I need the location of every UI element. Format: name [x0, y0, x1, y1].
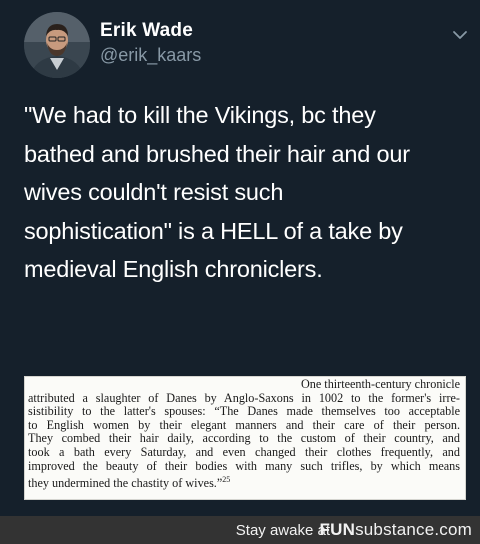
tweet-text-line: bathed and brushed their hair and our — [24, 140, 410, 167]
author-name[interactable]: Erik Wade — [100, 20, 193, 42]
tweet-text-line: medieval English chroniclers. — [24, 256, 323, 282]
avatar[interactable] — [24, 12, 90, 78]
excerpt-last-line: they undermined the chastity of wives.”2… — [28, 473, 460, 491]
excerpt-line: sistibility to the latter's spouses: “Th… — [28, 405, 460, 419]
footnote-marker: 25 — [222, 475, 231, 485]
logo-part-substance: substance.com — [355, 520, 472, 539]
site-logo[interactable]: FUNsubstance.com — [320, 520, 472, 540]
watermark-footer: Stay awake at FUNsubstance.com — [0, 516, 480, 544]
chevron-down-icon[interactable] — [452, 28, 468, 40]
tweet-text-line: wives couldn't resist such — [24, 179, 284, 205]
author-handle[interactable]: @erik_kaars — [100, 45, 201, 66]
excerpt-line: took a bath every Saturday, and even cha… — [28, 445, 460, 459]
excerpt-line: attributed a slaughter of Danes by Anglo… — [28, 391, 460, 405]
excerpt-line: They combed their hair daily, according … — [28, 432, 460, 446]
excerpt-line: One thirteenth-century chronicle — [300, 378, 460, 391]
tweet-card: Erik Wade @erik_kaars "We had to kill th… — [0, 0, 480, 516]
tweet-text-line: sophistication" is a HELL of a take by — [24, 217, 403, 244]
logo-part-fun: FUN — [319, 520, 356, 539]
profile-photo-icon — [24, 12, 90, 78]
tweet-text-line: "We had to kill the Vikings, bc they — [24, 102, 376, 128]
excerpt-line: to English women by their elegant manner… — [28, 418, 460, 432]
footer-tagline: Stay awake at — [235, 522, 330, 539]
excerpt-line: they undermined the chastity of wives.” — [28, 476, 223, 491]
excerpt-line: improved the beauty of their bodies with… — [28, 459, 460, 473]
book-excerpt-image: One thirteenth-century chronicle attribu… — [24, 376, 466, 500]
tweet-text: "We had to kill the Vikings, bc they bat… — [24, 96, 464, 289]
